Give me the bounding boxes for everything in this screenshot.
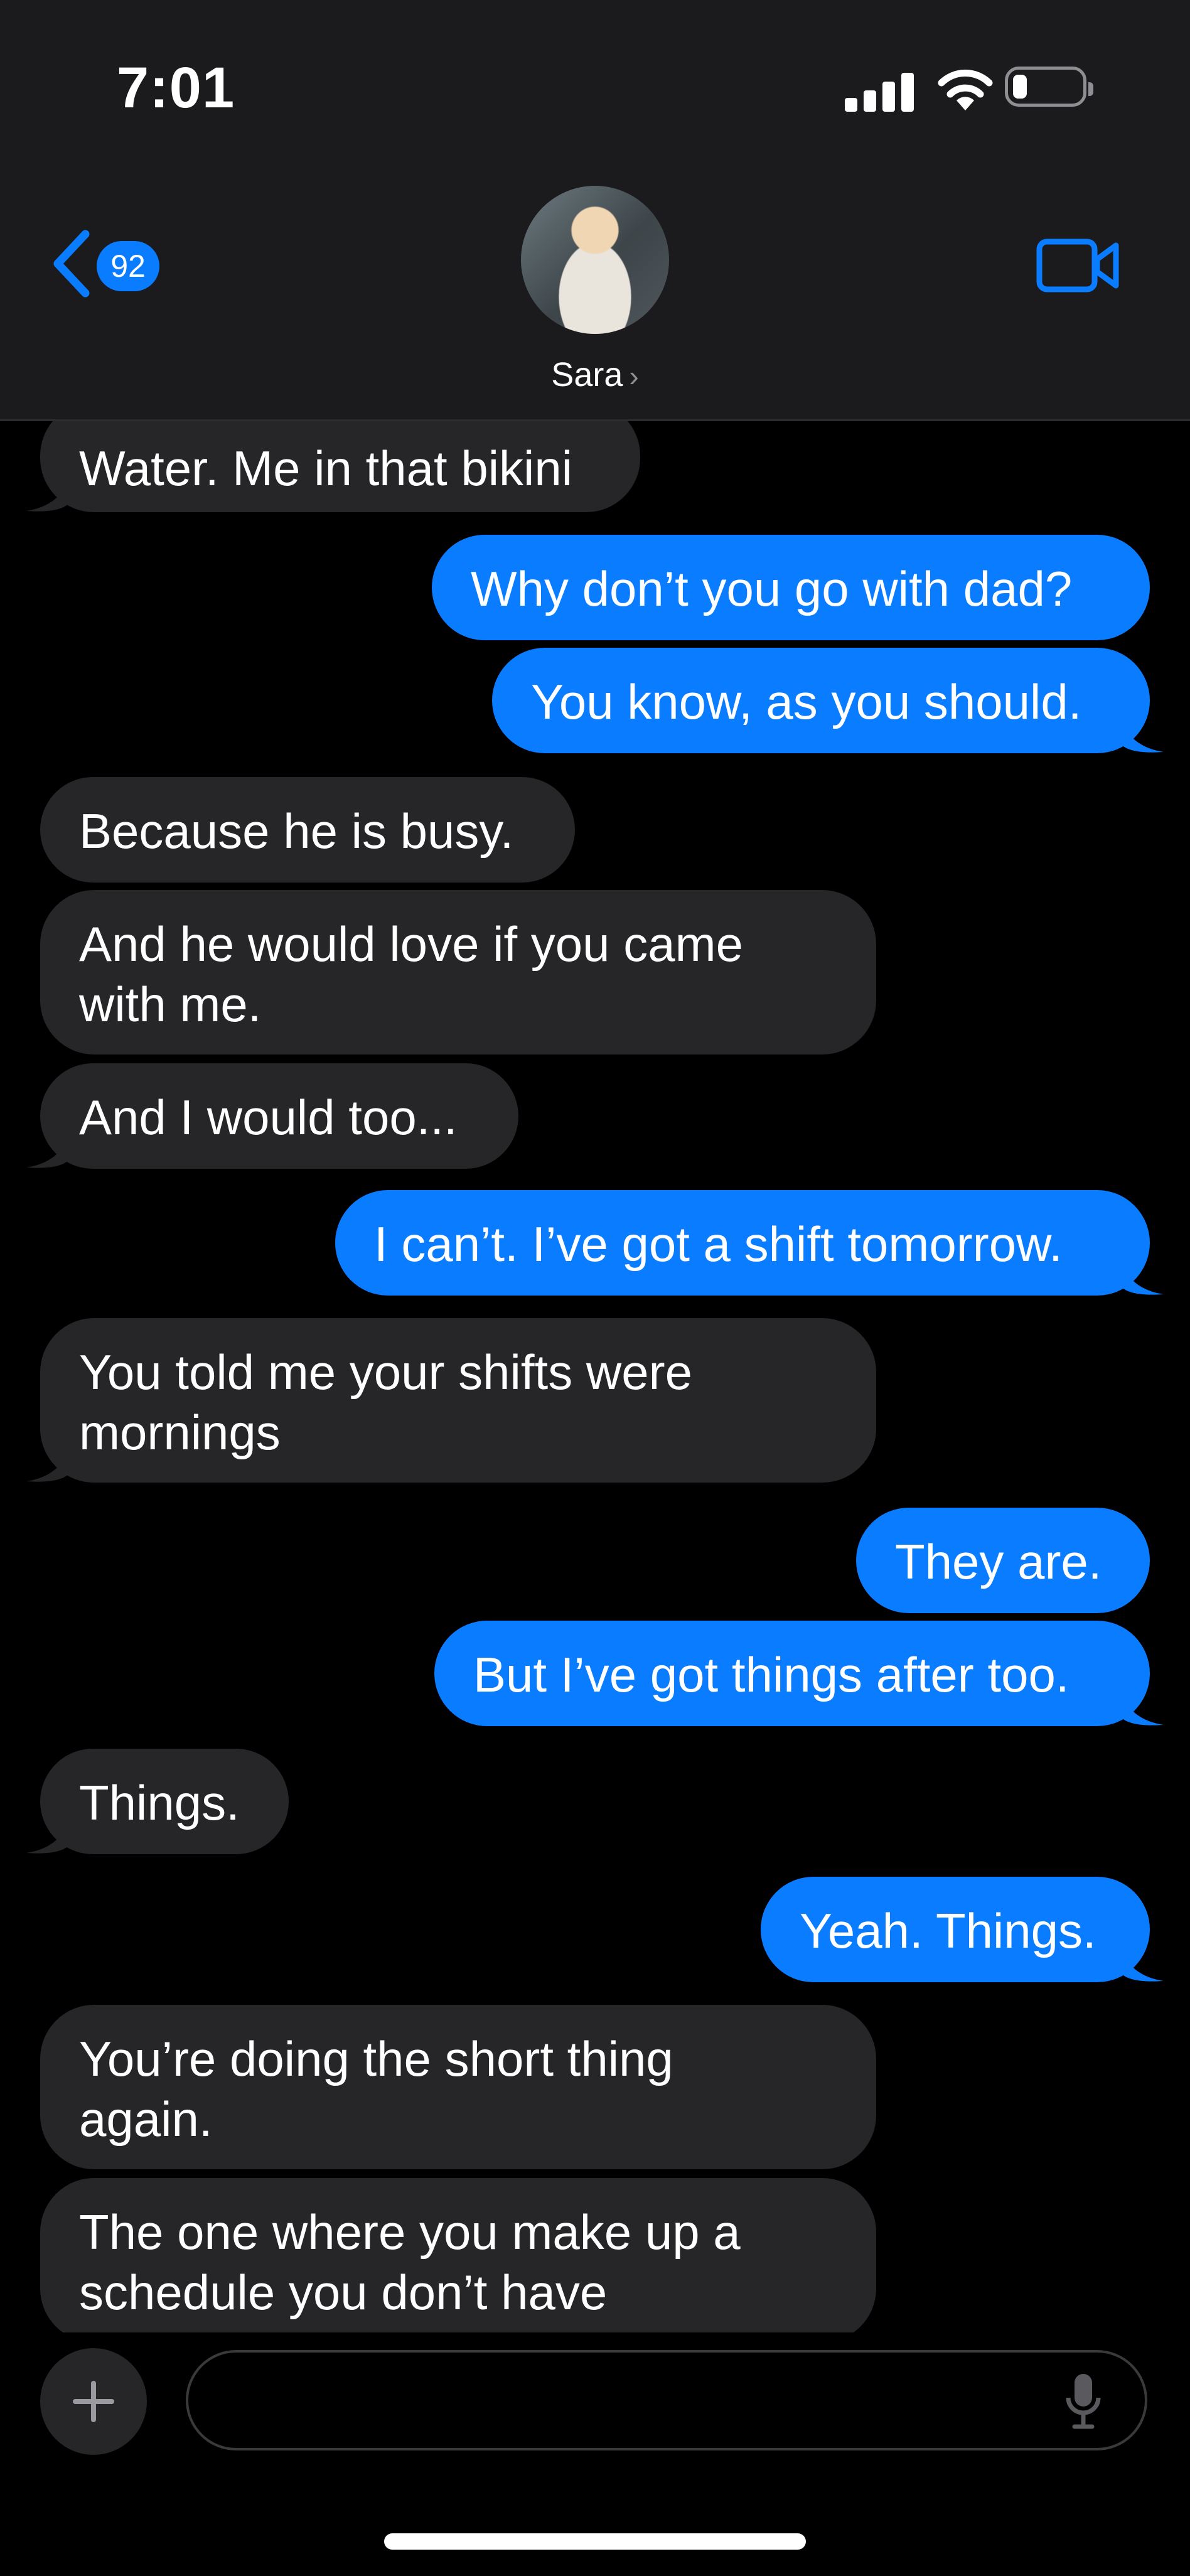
bubble-tail [1120, 1688, 1164, 1725]
message-text: Why don’t you go with dad? [471, 561, 1073, 616]
message-text: You’re doing the short thing again. [79, 2031, 673, 2147]
bubble-tail [1120, 1945, 1164, 1982]
contact-name-button[interactable]: Sara › [0, 355, 1190, 394]
battery-icon [1005, 67, 1093, 107]
conversation-header: 7:01 92 Sara › [0, 0, 1190, 421]
cellular-signal-icon [845, 70, 914, 112]
plus-icon [73, 2381, 114, 2422]
message-bubble-outgoing[interactable]: Why don’t you go with dad? [432, 535, 1150, 640]
bubble-tail [1120, 716, 1164, 753]
wifi-icon [938, 69, 993, 110]
home-indicator[interactable] [384, 2533, 806, 2550]
message-text: And he would love if you came with me. [79, 916, 743, 1032]
message-text: And I would too... [79, 1090, 458, 1145]
message-bubble-outgoing[interactable]: You know, as you should. [492, 648, 1164, 753]
message-text: You told me your shifts were mornings [79, 1344, 692, 1460]
message-bubble-incoming[interactable]: You’re doing the short thing again. [40, 2005, 876, 2169]
message-input[interactable] [186, 2350, 1147, 2450]
message-text: The one where you make up a schedule you… [79, 2204, 741, 2320]
video-camera-icon[interactable] [1036, 235, 1121, 296]
chevron-left-icon [53, 230, 90, 298]
message-text: Things. [79, 1775, 240, 1830]
chevron-right-icon: › [629, 360, 639, 392]
message-text: You know, as you should. [531, 674, 1082, 729]
plus-button[interactable] [40, 2348, 147, 2455]
message-bubble-incoming[interactable]: You told me your shifts were mornings [26, 1318, 876, 1483]
message-text: Because he is busy. [79, 803, 514, 859]
message-bubble-outgoing[interactable]: They are. [856, 1508, 1150, 1613]
message-bubble-incoming[interactable]: Things. [26, 1749, 289, 1854]
status-time: 7:01 [117, 56, 235, 120]
message-composer [0, 2332, 1190, 2576]
message-bubble-outgoing[interactable]: But I’ve got things after too. [434, 1621, 1164, 1726]
microphone-icon[interactable] [1063, 2370, 1103, 2433]
message-bubble-incoming[interactable]: And he would love if you came with me. [40, 890, 876, 1055]
bubble-tail [26, 1817, 70, 1854]
message-bubble-incoming[interactable]: The one where you make up a schedule you… [40, 2178, 876, 2332]
back-button[interactable]: 92 [49, 226, 174, 301]
message-bubble-incoming[interactable]: And I would too... [26, 1063, 518, 1169]
bubble-tail [26, 1131, 70, 1168]
message-bubble-outgoing[interactable]: Yeah. Things. [761, 1877, 1164, 1982]
message-bubble-incoming[interactable]: Because he is busy. [40, 777, 575, 883]
bubble-tail [1120, 1258, 1164, 1295]
bubble-tail [26, 475, 70, 512]
message-text: Yeah. Things. [800, 1903, 1096, 1958]
message-text: Water. Me in that bikini [79, 441, 573, 496]
message-text: They are. [895, 1534, 1102, 1589]
message-text: I can’t. I’ve got a shift tomorrow. [374, 1216, 1063, 1272]
unread-count-badge: 92 [97, 241, 159, 291]
avatar[interactable] [521, 186, 669, 334]
message-text: But I’ve got things after too. [473, 1647, 1069, 1702]
bubble-tail [26, 1445, 70, 1482]
contact-name: Sara [551, 356, 623, 394]
message-bubble-outgoing[interactable]: I can’t. I’ve got a shift tomorrow. [335, 1190, 1164, 1296]
